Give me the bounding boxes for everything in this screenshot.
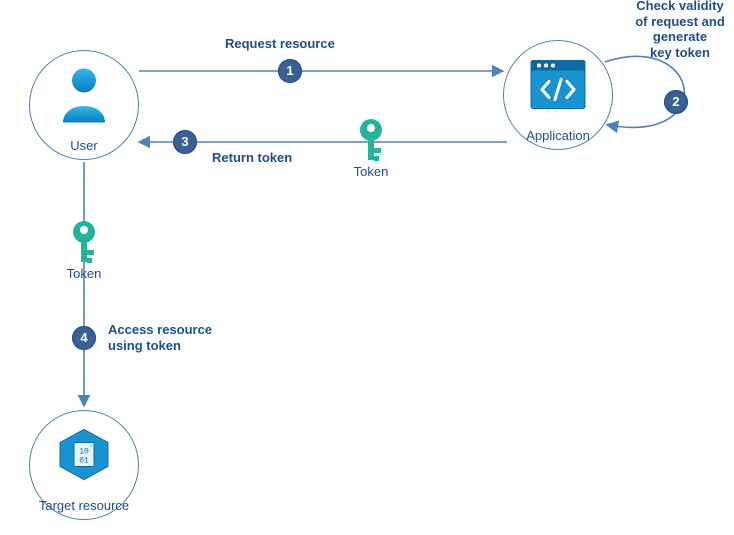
diagram-stage: User Application 10 01 <box>0 0 734 535</box>
node-user: User <box>29 50 139 160</box>
storage-hex-icon: 10 01 <box>56 427 112 486</box>
step-badge-3: 3 <box>173 130 197 154</box>
node-application-label: Application <box>526 128 590 143</box>
edge-label-check-validity: Check validity of request and generate k… <box>620 0 734 60</box>
edge-label-request-resource: Request resource <box>225 36 335 52</box>
step-badge-1: 1 <box>278 59 302 83</box>
edge-label-access-resource: Access resource using token <box>108 322 228 353</box>
svg-text:10: 10 <box>79 448 89 457</box>
person-icon <box>59 67 109 126</box>
token-on-access-edge: Token <box>63 220 105 269</box>
token-left-label: Token <box>67 266 102 281</box>
token-on-return-edge: Token <box>350 118 392 167</box>
node-target-resource-label: Target resource <box>39 498 129 513</box>
node-user-label: User <box>70 138 97 153</box>
edge-label-return-token: Return token <box>212 150 292 166</box>
key-icon <box>63 220 105 266</box>
key-icon <box>350 118 392 164</box>
token-mid-label: Token <box>354 164 389 179</box>
step-badge-4: 4 <box>72 326 96 350</box>
node-target-resource: 10 01 Target resource <box>29 410 139 520</box>
svg-text:01: 01 <box>79 457 89 466</box>
step-badge-2: 2 <box>664 90 688 114</box>
node-application: Application <box>503 40 613 150</box>
app-window-icon <box>530 60 586 113</box>
